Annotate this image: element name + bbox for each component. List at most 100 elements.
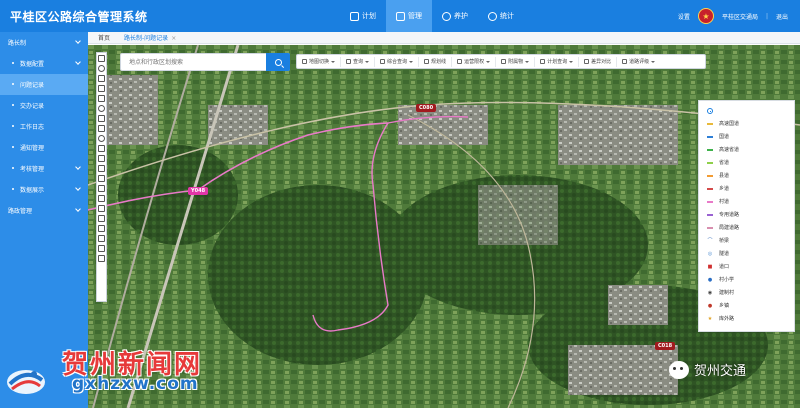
accessory-icon <box>501 59 507 64</box>
search-tool-icon[interactable] <box>98 245 105 252</box>
more-icon[interactable] <box>98 255 105 262</box>
chevron-down-icon <box>75 206 81 212</box>
tool-query[interactable]: 查询 <box>341 56 376 67</box>
list-icon[interactable] <box>98 215 105 222</box>
tool-plan-line[interactable]: 规划线 <box>419 56 453 67</box>
monitor-icon <box>396 11 405 21</box>
sidebar-item-data-config[interactable]: 数据配置 <box>0 53 88 74</box>
zoom-in-icon[interactable] <box>98 85 105 92</box>
sidebar-item-issue-records[interactable]: 问题记录 <box>0 74 88 95</box>
draw-icon[interactable] <box>98 145 105 152</box>
legend-item[interactable]: ● 乡镇 <box>699 299 794 312</box>
tab-home[interactable]: 首页 <box>98 33 110 42</box>
pan-icon[interactable] <box>98 65 105 72</box>
legend-item[interactable]: ● 村小学 <box>699 273 794 286</box>
line-swatch <box>707 161 713 164</box>
logout-link[interactable]: 退出 <box>776 12 788 21</box>
chevron-down-icon <box>75 38 81 44</box>
line-swatch <box>707 200 713 203</box>
legend-item[interactable]: ★ 库外路 <box>699 312 794 325</box>
home-icon[interactable] <box>98 55 105 62</box>
tool-accessories[interactable]: 附属物 <box>496 56 536 67</box>
road-marker-c080[interactable]: C080 <box>416 104 437 112</box>
legend-item[interactable]: ■ 道口 <box>699 260 794 273</box>
caret-down-icon <box>365 60 370 63</box>
erase-icon[interactable] <box>98 185 105 192</box>
legend-item[interactable]: 高速国道 <box>699 117 794 130</box>
tunnel-icon: ◎ <box>707 250 713 257</box>
target-icon[interactable] <box>707 108 713 114</box>
legend-item[interactable]: 专用道路 <box>699 208 794 221</box>
star-icon: ★ <box>707 315 713 322</box>
info-icon[interactable] <box>98 135 105 142</box>
tool-combined-query[interactable]: 综合查询 <box>375 56 420 67</box>
map-search <box>120 53 290 71</box>
legend-item[interactable]: 乡道 <box>699 182 794 195</box>
tabs-bar: 首页 路长制-问题记录 × <box>88 32 800 44</box>
nav-stats[interactable]: 统计 <box>478 0 524 32</box>
line-tool-icon[interactable] <box>98 165 105 172</box>
legend-item[interactable]: ⌒ 桥梁 <box>699 234 794 247</box>
nav-plan[interactable]: 计划 <box>340 0 386 32</box>
limit-icon <box>457 59 463 64</box>
sidebar-item-data-display[interactable]: 数据展示 <box>0 179 88 200</box>
calendar-icon <box>350 11 359 21</box>
zoom-out-icon[interactable] <box>98 95 105 102</box>
export-icon[interactable] <box>98 205 105 212</box>
tool-diff-compare[interactable]: 差异对比 <box>579 56 618 67</box>
search-button[interactable] <box>266 53 290 71</box>
polygon-icon[interactable] <box>98 155 105 162</box>
close-icon[interactable]: × <box>171 35 176 42</box>
print-icon[interactable] <box>98 125 105 132</box>
legend-item[interactable]: 局建道路 <box>699 221 794 234</box>
search-input[interactable] <box>121 54 261 70</box>
search-icon <box>274 58 282 66</box>
locate-icon[interactable] <box>98 105 105 112</box>
point-tool-icon[interactable] <box>98 175 105 182</box>
road-marker-y048[interactable]: Y048 <box>188 187 209 195</box>
sidebar-item-assignments[interactable]: 交办记录 <box>0 95 88 116</box>
nav-maintain[interactable]: 养护 <box>432 0 478 32</box>
user-name: 平桂区交通局 <box>721 13 758 21</box>
sidebar-item-road-chief[interactable]: 路长制 <box>0 32 88 53</box>
caret-down-icon <box>525 60 530 63</box>
rating-icon <box>622 59 628 64</box>
sidebar-item-work-log[interactable]: 工作日志 <box>0 116 88 137</box>
chevron-down-icon <box>75 59 81 65</box>
caret-down-icon <box>331 60 336 63</box>
road-marker-c018[interactable]: C018 <box>655 342 676 350</box>
line-swatch <box>707 148 713 151</box>
map-side-tools <box>96 52 107 302</box>
measure-icon[interactable] <box>98 75 105 82</box>
globe-icon <box>442 11 451 21</box>
legend-header <box>699 105 794 117</box>
layers-tool-icon[interactable] <box>98 195 105 202</box>
fullscreen-icon[interactable] <box>98 115 105 122</box>
map-legend: 高速国道 国道 高速省道 省道 县道 乡道 村道 专用道路 局建道路 ⌒ 桥梁 ◎… <box>698 100 795 332</box>
legend-item[interactable]: 村道 <box>699 195 794 208</box>
legend-item[interactable]: 高速省道 <box>699 143 794 156</box>
line-swatch <box>707 213 713 216</box>
tool-operation-limit[interactable]: 运营限权 <box>452 56 497 67</box>
legend-item[interactable]: 国道 <box>699 130 794 143</box>
map-toolbar: 地图切换 查询 综合查询 规划线 运营限权 附属物 计划查询 差异对比 道路评级 <box>296 54 706 69</box>
sidebar-item-notices[interactable]: 通知管理 <box>0 137 88 158</box>
tab-issue-records[interactable]: 路长制-问题记录 × <box>124 33 176 42</box>
clear-icon[interactable] <box>98 225 105 232</box>
nav-manage[interactable]: 管理 <box>386 0 432 32</box>
legend-item[interactable]: 县道 <box>699 169 794 182</box>
settings-link[interactable]: 设置 <box>678 12 690 21</box>
caret-down-icon <box>409 60 414 63</box>
tool-map-switch[interactable]: 地图切换 <box>297 56 342 67</box>
line-swatch <box>707 187 713 190</box>
tool-road-rating[interactable]: 道路评级 <box>617 57 660 67</box>
legend-item[interactable]: ◎ 隧道 <box>699 247 794 260</box>
line-icon <box>424 59 430 64</box>
legend-item[interactable]: ◉ 建制村 <box>699 286 794 299</box>
sidebar-item-road-admin[interactable]: 路政管理 <box>0 200 88 221</box>
legend-item[interactable]: 省道 <box>699 156 794 169</box>
sidebar-item-assessment[interactable]: 考核管理 <box>0 158 88 179</box>
user-area: 设置 ★ 平桂区交通局 | 退出 <box>678 0 788 32</box>
swap-icon[interactable] <box>98 235 105 242</box>
tool-plan-query[interactable]: 计划查询 <box>535 56 580 67</box>
